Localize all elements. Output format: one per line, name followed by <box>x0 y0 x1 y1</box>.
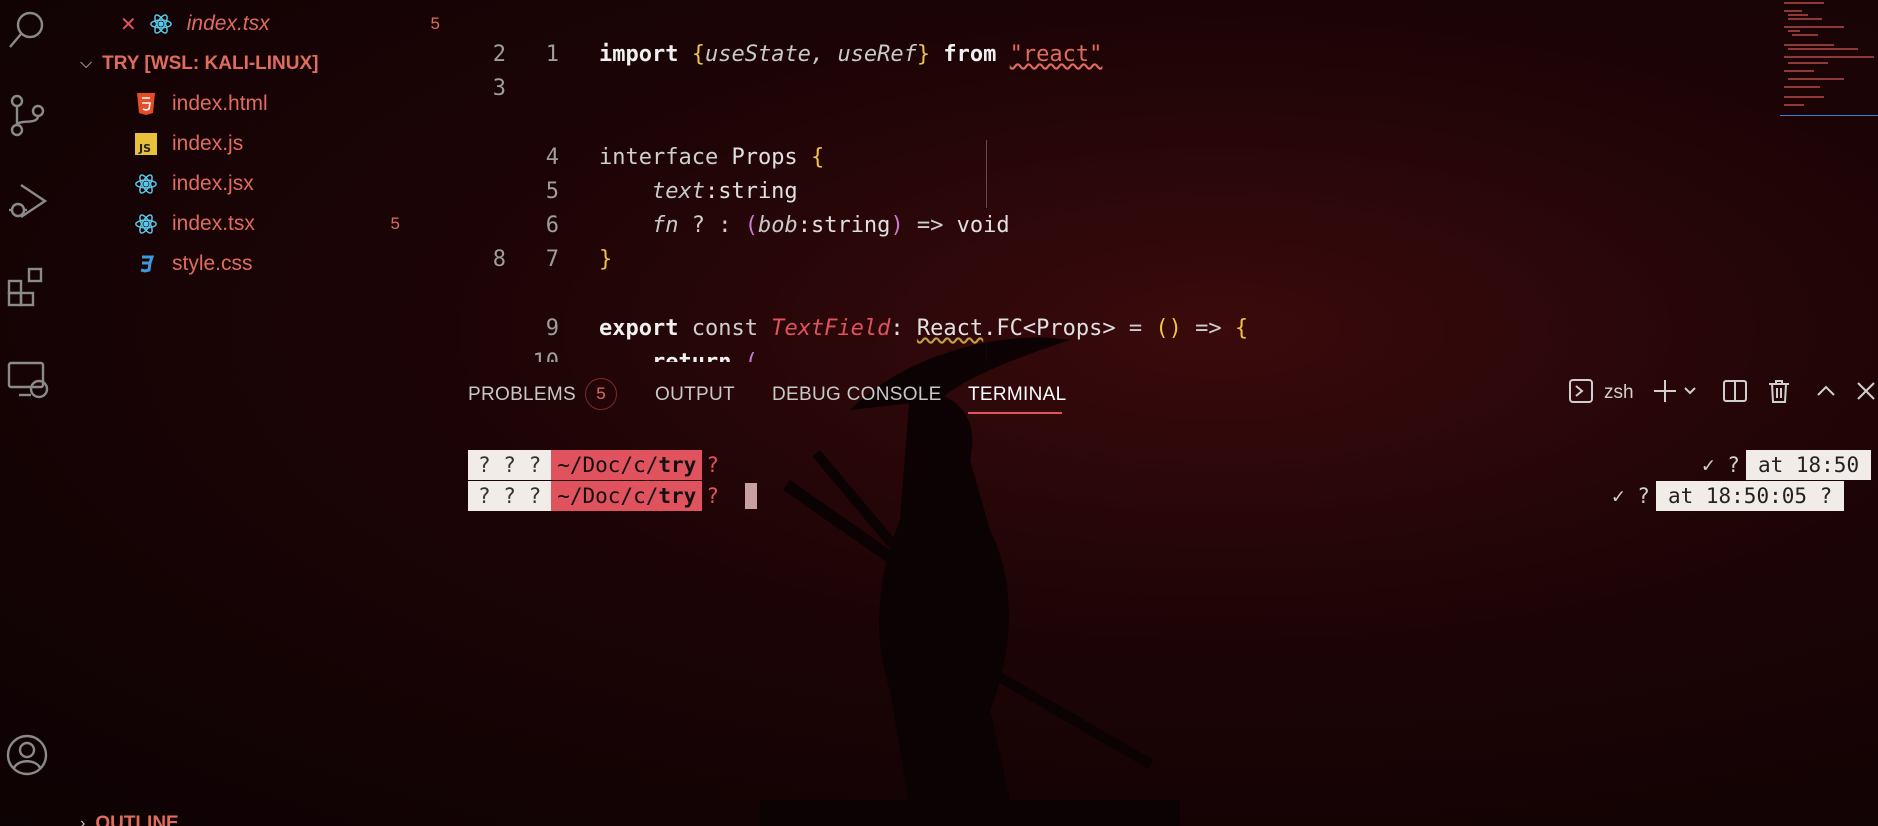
remote-explorer-icon[interactable] <box>4 356 50 402</box>
chevron-down-icon[interactable] <box>1682 383 1698 403</box>
file-item[interactable]: index.tsx 5 <box>134 206 430 242</box>
outline-label: OUTLINE <box>95 813 179 826</box>
code-line: 7} <box>545 247 613 272</box>
terminal-icon <box>1568 378 1594 408</box>
file-item[interactable]: JS index.js <box>134 126 430 162</box>
prompt-os-segment: ? ? ? <box>468 450 552 480</box>
js-icon: JS <box>134 132 158 156</box>
react-icon <box>134 212 158 236</box>
open-editor-item[interactable]: ✕ index.tsx 5 <box>120 6 470 42</box>
extensions-icon[interactable] <box>4 264 50 310</box>
right-prompt: ✓ ? at 18:50 <box>1702 450 1872 480</box>
file-label: index.html <box>172 92 268 115</box>
file-label: index.tsx <box>172 212 255 235</box>
new-terminal-button[interactable] <box>1652 378 1698 408</box>
right-prompt-time: at 18:50 <box>1745 450 1872 480</box>
problem-count-badge: 5 <box>390 214 400 233</box>
split-terminal-button[interactable] <box>1722 378 1748 408</box>
open-editor-label: index.tsx <box>186 12 270 35</box>
search-icon[interactable] <box>4 6 50 52</box>
terminal-prompt-line: ? ? ? ~/Doc/c/try ? <box>468 450 719 480</box>
trash-icon <box>1766 378 1792 408</box>
react-icon <box>134 172 158 196</box>
close-icon <box>1854 379 1878 407</box>
code-line: 3 <box>492 76 506 101</box>
minimap[interactable] <box>1780 0 1878 130</box>
terminal-prompt-line[interactable]: ? ? ? ~/Doc/c/try ? <box>468 481 757 511</box>
account-icon[interactable] <box>4 732 50 778</box>
prompt-os-segment: ? ? ? <box>468 481 552 511</box>
code-line: 4 interface Props { <box>545 145 825 170</box>
prompt-path-segment: ~/Doc/c/try <box>551 481 703 511</box>
code-editor[interactable]: 1 import {useState, useRef} from "react" … <box>430 0 1878 362</box>
tab-problems[interactable]: PROBLEMS <box>468 384 576 406</box>
right-prompt-time: at 18:50:05 ? <box>1655 481 1845 511</box>
prompt-path-segment: ~/Doc/c/try <box>551 450 703 480</box>
prompt-tail-glyph: ? <box>706 453 719 477</box>
problems-count-badge: 5 <box>585 378 617 410</box>
activity-bar <box>0 0 56 826</box>
close-panel-button[interactable] <box>1854 378 1878 408</box>
explorer-sidebar: ✕ index.tsx 5 ⌵ TRY [WSL: KALI-LINUX] in… <box>56 0 440 826</box>
status-check-icon: ✓ ? <box>1702 453 1740 477</box>
folder-header[interactable]: ⌵ TRY [WSL: KALI-LINUX] <box>80 46 430 82</box>
terminal-cursor <box>744 483 757 509</box>
file-label: index.js <box>172 132 244 155</box>
bottom-panel: PROBLEMS 5 OUTPUT DEBUG CONSOLE TERMINAL… <box>430 362 1878 826</box>
code-line: 6 fn ? : (bob:string) => void <box>545 213 1010 238</box>
chevron-up-icon <box>1814 379 1838 407</box>
split-icon <box>1722 378 1748 408</box>
prompt-tail-glyph: ? <box>706 484 719 508</box>
chevron-right-icon: › <box>80 815 86 826</box>
file-label: index.jsx <box>172 172 254 195</box>
terminal-shell-selector[interactable]: zsh <box>1568 378 1634 408</box>
code-line: 8 <box>492 247 506 272</box>
file-item[interactable]: index.html <box>134 86 430 122</box>
react-icon <box>149 12 173 36</box>
code-line: 5 text:string <box>545 179 798 204</box>
code-line: 2 <box>492 42 506 67</box>
tab-output[interactable]: OUTPUT <box>655 384 735 406</box>
source-control-icon[interactable] <box>4 92 50 138</box>
close-icon[interactable]: ✕ <box>120 12 137 37</box>
plus-icon <box>1652 378 1678 408</box>
code-line: 9 export const TextField: React.FC<Props>… <box>545 316 1249 341</box>
tab-terminal[interactable]: TERMINAL <box>968 384 1066 406</box>
chevron-down-icon: ⌵ <box>80 55 93 72</box>
shell-name: zsh <box>1604 382 1634 403</box>
file-item[interactable]: index.jsx <box>134 166 430 202</box>
css3-icon <box>134 252 158 276</box>
code-line: 1 import {useState, useRef} from "react" <box>545 42 1103 67</box>
active-tab-indicator <box>968 412 1062 414</box>
html5-icon <box>134 92 158 116</box>
svg-text:JS: JS <box>138 142 151 155</box>
code-line: 10 return ( <box>430 312 757 362</box>
file-label: style.css <box>172 252 253 275</box>
maximize-panel-button[interactable] <box>1814 378 1838 408</box>
right-prompt: ✓ ? at 18:50:05 ? <box>1612 481 1845 511</box>
kill-terminal-button[interactable] <box>1766 378 1792 408</box>
run-debug-icon[interactable] <box>4 178 50 224</box>
outline-section-header[interactable]: › OUTLINE <box>80 808 430 826</box>
folder-label: TRY [WSL: KALI-LINUX] <box>102 53 319 74</box>
tab-debug-console[interactable]: DEBUG CONSOLE <box>772 384 942 406</box>
status-check-icon: ✓ ? <box>1612 484 1650 508</box>
minimap-viewport <box>1780 115 1878 116</box>
file-item[interactable]: style.css <box>134 246 430 282</box>
